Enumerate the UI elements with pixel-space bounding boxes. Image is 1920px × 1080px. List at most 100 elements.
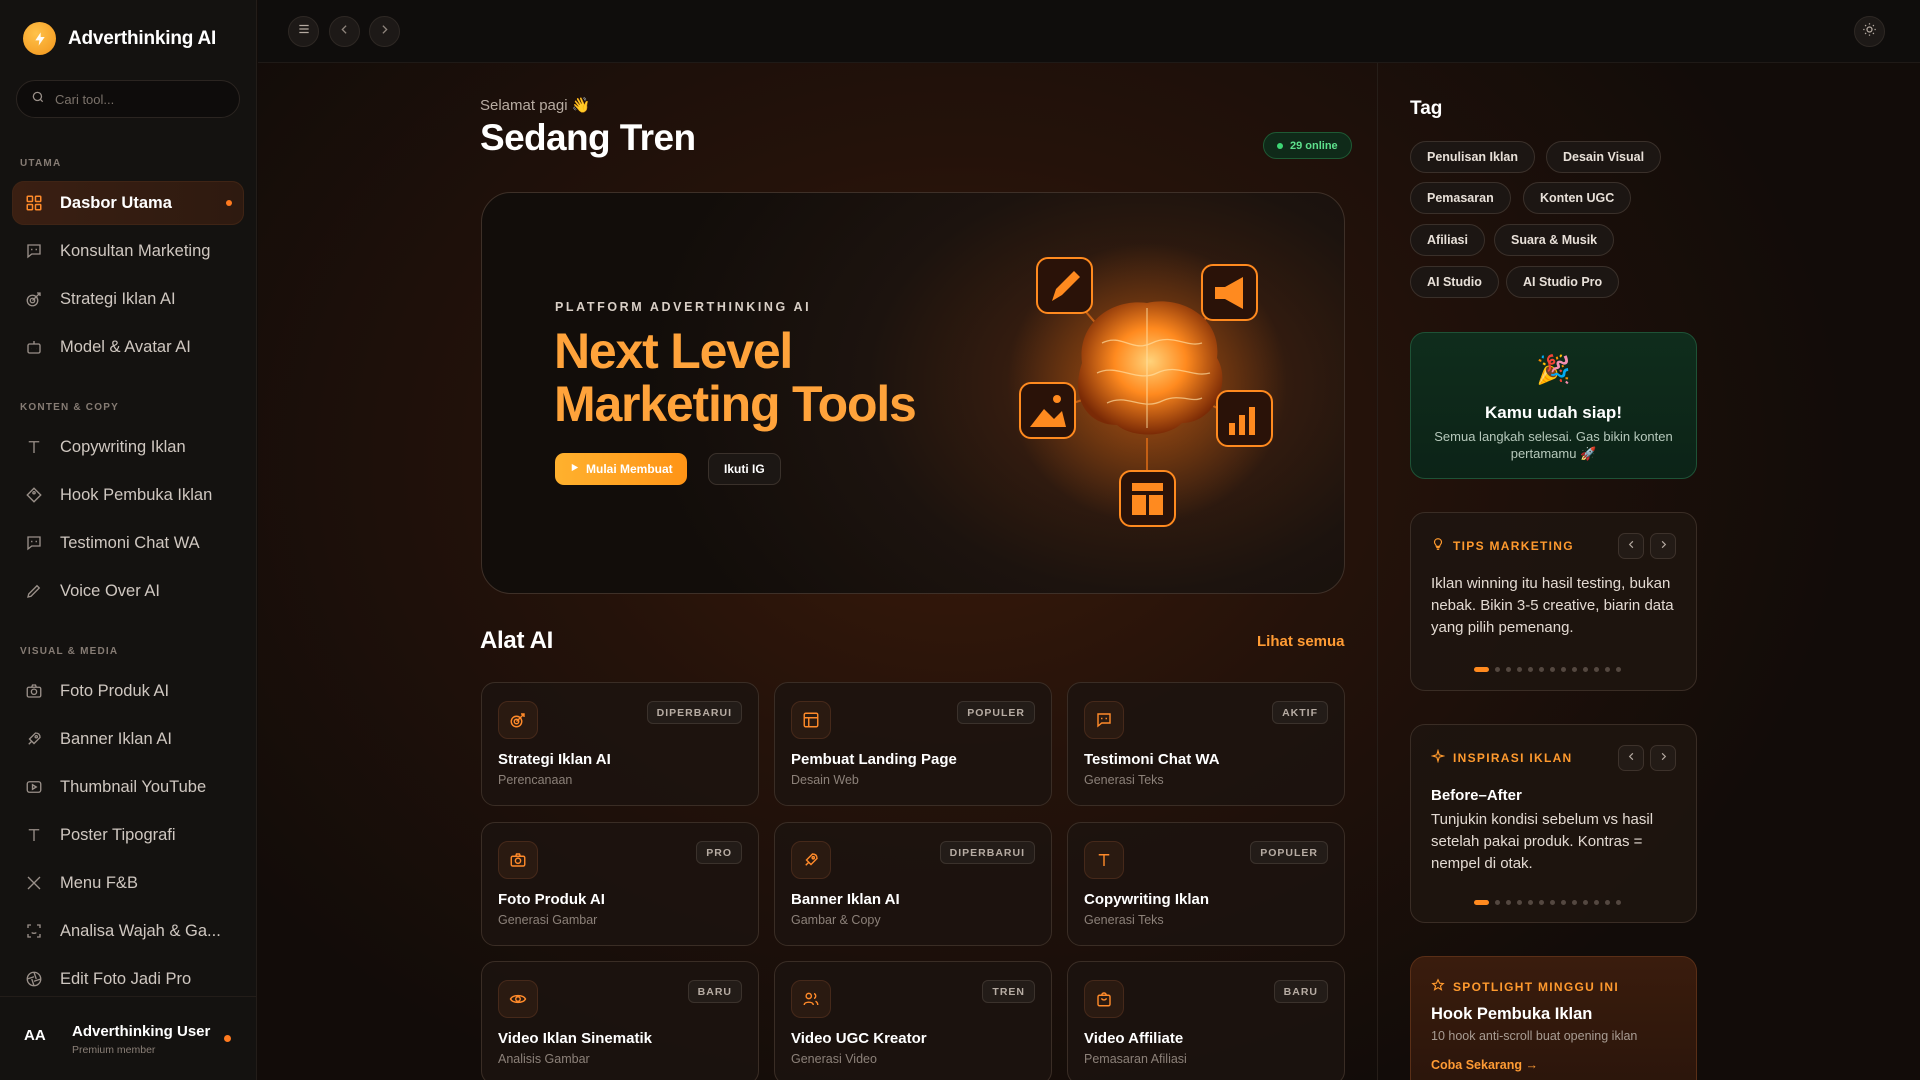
sidebar-item-label: Banner Iklan AI xyxy=(60,729,172,748)
sidebar-item-dasbor-utama[interactable]: Dasbor Utama xyxy=(12,181,244,225)
chevron-right-icon xyxy=(1658,537,1669,555)
tips-prev-button[interactable] xyxy=(1618,533,1644,559)
tool-badge: DIPERBARUI xyxy=(646,701,742,724)
brain-illustration xyxy=(1007,243,1287,527)
sidebar-item-analisa-wajah[interactable]: Analisa Wajah & Ga... xyxy=(12,909,244,953)
sidebar-item-strategi-iklan-ai[interactable]: Strategi Iklan AI xyxy=(12,277,244,321)
section-label-visual: VISUAL & MEDIA xyxy=(20,646,119,657)
inspirasi-subtitle: Before–After xyxy=(1431,787,1522,804)
spotlight-header: SPOTLIGHT MINGGU INI xyxy=(1431,978,1619,995)
theme-toggle-button[interactable] xyxy=(1854,16,1885,47)
inspirasi-body: Tunjukin kondisi sebelum vs hasil setela… xyxy=(1431,811,1654,872)
tool-badge: DIPERBARUI xyxy=(939,841,1035,864)
inspirasi-prev-button[interactable] xyxy=(1618,745,1644,771)
tag-chip[interactable]: Penulisan Iklan xyxy=(1410,141,1536,173)
tool-card[interactable]: BARU Video Affiliate Pemasaran Afiliasi xyxy=(1067,961,1345,1080)
sidebar-item-label: Analisa Wajah & Ga... xyxy=(60,921,221,940)
sidebar-item-poster-tipografi[interactable]: Poster Tipografi xyxy=(12,813,244,857)
hero-title-line1: Next Level xyxy=(554,323,793,379)
inspirasi-next-button[interactable] xyxy=(1650,745,1676,771)
search-box[interactable] xyxy=(16,80,240,118)
user-profile[interactable]: AA Adverthinking User Premium member xyxy=(0,996,257,1080)
top-bar xyxy=(258,0,1920,63)
right-panel-divider xyxy=(1377,63,1378,1080)
tag-chip[interactable]: AI Studio Pro xyxy=(1506,266,1620,298)
sidebar-item-thumbnail-youtube[interactable]: Thumbnail YouTube xyxy=(12,765,244,809)
sidebar-item-label: Thumbnail YouTube xyxy=(60,777,207,796)
play-icon xyxy=(569,462,580,476)
search-input[interactable] xyxy=(55,91,225,107)
sidebar-item-banner-iklan-ai[interactable]: Banner Iklan AI xyxy=(12,717,244,761)
sidebar-item-foto-produk-ai[interactable]: Foto Produk AI xyxy=(12,669,244,713)
sidebar-item-label: Strategi Iklan AI xyxy=(60,289,176,308)
follow-ig-button[interactable]: Ikuti IG xyxy=(708,453,781,485)
tag-chip[interactable]: Pemasaran xyxy=(1410,182,1511,214)
forward-button[interactable] xyxy=(369,16,400,47)
tool-card[interactable]: AKTIF Testimoni Chat WA Generasi Teks xyxy=(1067,682,1345,806)
try-now-link[interactable]: Coba Sekarang → xyxy=(1431,1058,1538,1072)
sidebar-item-label: Dasbor Utama xyxy=(60,193,172,212)
sidebar-item-label: Foto Produk AI xyxy=(60,681,170,700)
tool-card[interactable]: POPULER Copywriting Iklan Generasi Teks xyxy=(1067,822,1345,946)
chevron-right-icon xyxy=(1658,749,1669,767)
sidebar-item-copywriting-iklan[interactable]: Copywriting Iklan xyxy=(12,425,244,469)
tag-chip[interactable]: Desain Visual xyxy=(1546,141,1662,173)
tag-chip[interactable]: Suara & Musik xyxy=(1494,224,1615,256)
menu-button[interactable] xyxy=(288,16,319,47)
page-title: Sedang Tren xyxy=(480,117,696,158)
tool-card[interactable]: BARU Video Iklan Sinematik Analisis Gamb… xyxy=(481,961,759,1080)
sidebar-item-konsultan-marketing[interactable]: Konsultan Marketing xyxy=(12,229,244,273)
inspirasi-carousel-dots[interactable] xyxy=(1474,900,1621,905)
tools-section-title: Alat AI xyxy=(480,627,554,654)
sidebar-item-voice-over-ai[interactable]: Voice Over AI xyxy=(12,569,244,613)
tool-card[interactable]: DIPERBARUI Strategi Iklan AI Perencanaan xyxy=(481,682,759,806)
chevron-left-icon xyxy=(338,23,351,41)
tool-badge: BARU xyxy=(1273,980,1328,1003)
tool-name: Testimoni Chat WA xyxy=(1084,751,1220,768)
ready-card: 🎉 Kamu udah siap! Semua langkah selesai.… xyxy=(1410,332,1697,479)
tool-name: Foto Produk AI xyxy=(498,891,605,908)
tool-name: Copywriting Iklan xyxy=(1084,891,1210,908)
tool-card[interactable]: DIPERBARUI Banner Iklan AI Gambar & Copy xyxy=(774,822,1052,946)
sidebar-item-model-avatar-ai[interactable]: Model & Avatar AI xyxy=(12,325,244,369)
sidebar-item-testimoni-chat-wa[interactable]: Testimoni Chat WA xyxy=(12,521,244,565)
tool-category: Desain Web xyxy=(791,773,859,787)
brand[interactable]: Adverthinking AI xyxy=(23,22,216,55)
tool-card[interactable]: TREN Video UGC Kreator Generasi Video xyxy=(774,961,1052,1080)
tips-carousel-dots[interactable] xyxy=(1474,667,1621,672)
tool-category: Analisis Gambar xyxy=(498,1052,590,1066)
tool-category: Generasi Teks xyxy=(1084,773,1164,787)
tag-icon xyxy=(24,485,44,505)
sidebar-item-hook-pembuka-iklan[interactable]: Hook Pembuka Iklan xyxy=(12,473,244,517)
bolt-icon xyxy=(23,22,56,55)
sidebar-item-menu-fb[interactable]: Menu F&B xyxy=(12,861,244,905)
aperture-icon xyxy=(24,969,44,989)
inspirasi-header: INSPIRASI IKLAN xyxy=(1430,748,1573,766)
hero-kicker: PLATFORM ADVERTHINKING AI xyxy=(555,300,812,314)
search-icon xyxy=(31,90,45,109)
sidebar-item-label: Konsultan Marketing xyxy=(60,241,211,260)
start-creating-button[interactable]: Mulai Membuat xyxy=(555,453,687,485)
sidebar-item-edit-foto-jadi-pro[interactable]: Edit Foto Jadi Pro xyxy=(12,957,244,1001)
tag-chip[interactable]: AI Studio xyxy=(1410,266,1499,298)
user-role: Premium member xyxy=(72,1044,156,1056)
tool-category: Pemasaran Afiliasi xyxy=(1084,1052,1187,1066)
hero-title: Next Level Marketing Tools xyxy=(554,323,917,431)
tips-next-button[interactable] xyxy=(1650,533,1676,559)
bag-icon xyxy=(1084,980,1124,1018)
chat-icon xyxy=(24,533,44,553)
brand-name: Adverthinking AI xyxy=(68,27,217,49)
chevron-right-icon xyxy=(378,23,391,41)
back-button[interactable] xyxy=(329,16,360,47)
tag-chip[interactable]: Afiliasi xyxy=(1410,224,1485,256)
sidebar-item-label: Model & Avatar AI xyxy=(60,337,191,356)
tag-chip[interactable]: Konten UGC xyxy=(1523,182,1632,214)
follow-ig-label: Ikuti IG xyxy=(724,462,765,476)
tips-body: Iklan winning itu hasil testing, bukan n… xyxy=(1431,575,1674,636)
tool-category: Generasi Teks xyxy=(1084,913,1164,927)
tool-card[interactable]: PRO Foto Produk AI Generasi Gambar xyxy=(481,822,759,946)
tool-card[interactable]: POPULER Pembuat Landing Page Desain Web xyxy=(774,682,1052,806)
tool-badge: PRO xyxy=(696,841,742,864)
see-all-link[interactable]: Lihat semua xyxy=(1257,633,1345,650)
spotlight-card[interactable]: SPOTLIGHT MINGGU INI Hook Pembuka Iklan … xyxy=(1410,956,1697,1080)
